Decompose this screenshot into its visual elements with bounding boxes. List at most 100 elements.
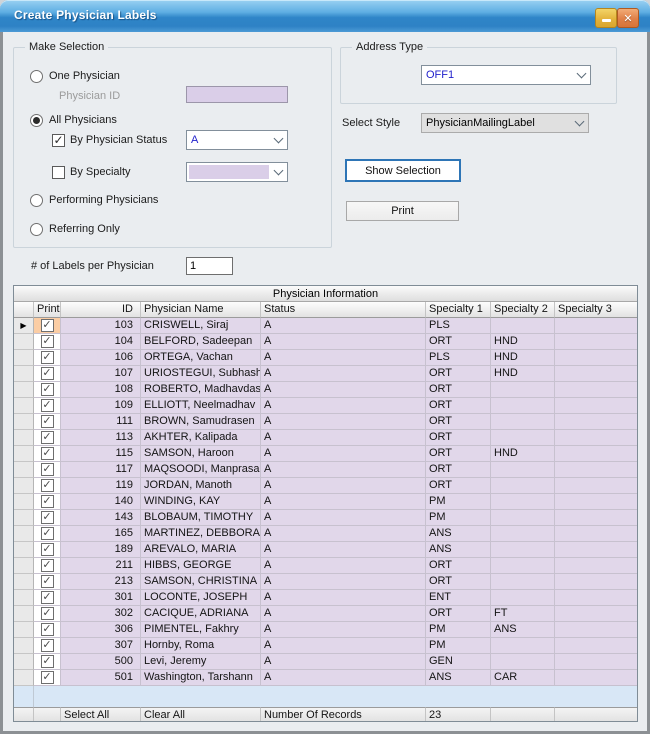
header-status[interactable]: Status: [261, 302, 426, 318]
table-row[interactable]: ✓119JORDAN, ManothAORT: [14, 478, 637, 494]
row-selector[interactable]: [14, 590, 34, 606]
row-selector[interactable]: [14, 526, 34, 542]
print-checkbox[interactable]: ✓: [41, 559, 54, 572]
physician-status-dropdown[interactable]: A: [186, 130, 288, 150]
cell-id: 119: [61, 478, 141, 494]
header-specialty-3[interactable]: Specialty 3: [555, 302, 638, 318]
row-selector[interactable]: [14, 414, 34, 430]
row-selector[interactable]: [14, 462, 34, 478]
address-type-dropdown[interactable]: OFF1: [421, 65, 591, 85]
row-selector[interactable]: [14, 654, 34, 670]
clear-all-button[interactable]: Clear All: [141, 707, 261, 722]
row-selector[interactable]: [14, 670, 34, 686]
table-row[interactable]: ✓107URIOSTEGUI, SubhashAORTHND: [14, 366, 637, 382]
print-checkbox[interactable]: ✓: [41, 511, 54, 524]
number-of-records-label: Number Of Records: [261, 707, 426, 722]
by-specialty-checkbox[interactable]: [52, 166, 65, 179]
row-selector[interactable]: [14, 638, 34, 654]
row-selector[interactable]: [14, 574, 34, 590]
header-specialty-2[interactable]: Specialty 2: [491, 302, 555, 318]
performing-physicians-radio[interactable]: [30, 194, 43, 207]
print-checkbox[interactable]: ✓: [41, 655, 54, 668]
row-selector[interactable]: [14, 398, 34, 414]
table-row[interactable]: ✓104BELFORD, SadeepanAORTHND: [14, 334, 637, 350]
print-checkbox[interactable]: ✓: [41, 591, 54, 604]
table-row[interactable]: ✓302CACIQUE, ADRIANAAORTFT: [14, 606, 637, 622]
print-button[interactable]: Print: [346, 201, 459, 221]
print-checkbox[interactable]: ✓: [41, 335, 54, 348]
row-selector[interactable]: [14, 478, 34, 494]
row-selector[interactable]: [14, 366, 34, 382]
physician-id-field[interactable]: [186, 86, 288, 103]
select-style-dropdown[interactable]: PhysicianMailingLabel: [421, 113, 589, 133]
table-row[interactable]: ✓211HIBBS, GEORGEAORT: [14, 558, 637, 574]
select-all-button[interactable]: Select All: [61, 707, 141, 722]
header-print[interactable]: Print: [34, 302, 61, 318]
print-checkbox[interactable]: ✓: [41, 575, 54, 588]
table-row[interactable]: ✓115SAMSON, HaroonAORTHND: [14, 446, 637, 462]
show-selection-button[interactable]: Show Selection: [345, 159, 461, 182]
table-row[interactable]: ✓113AKHTER, KalipadaAORT: [14, 430, 637, 446]
one-physician-radio[interactable]: [30, 70, 43, 83]
table-row[interactable]: ✓306PIMENTEL, FakhryAPMANS: [14, 622, 637, 638]
row-selector[interactable]: ▶: [14, 318, 34, 334]
table-row[interactable]: ✓143BLOBAUM, TIMOTHYAPM: [14, 510, 637, 526]
row-selector[interactable]: [14, 510, 34, 526]
row-selector[interactable]: [14, 542, 34, 558]
print-checkbox[interactable]: ✓: [41, 319, 54, 332]
table-row[interactable]: ✓109ELLIOTT, NeelmadhavAORT: [14, 398, 637, 414]
print-checkbox[interactable]: ✓: [41, 447, 54, 460]
print-checkbox[interactable]: ✓: [41, 367, 54, 380]
minimize-button[interactable]: [595, 8, 617, 28]
labels-per-physician-field[interactable]: [186, 257, 233, 275]
table-row[interactable]: ✓111BROWN, SamudrasenAORT: [14, 414, 637, 430]
print-checkbox[interactable]: ✓: [41, 351, 54, 364]
table-row[interactable]: ✓140WINDING, KAYAPM: [14, 494, 637, 510]
header-specialty-1[interactable]: Specialty 1: [426, 302, 491, 318]
specialty-dropdown[interactable]: [186, 162, 288, 182]
row-selector[interactable]: [14, 430, 34, 446]
table-row[interactable]: ✓301LOCONTE, JOSEPHAENT: [14, 590, 637, 606]
print-checkbox[interactable]: ✓: [41, 639, 54, 652]
print-checkbox[interactable]: ✓: [41, 399, 54, 412]
row-selector[interactable]: [14, 382, 34, 398]
table-row[interactable]: ✓500Levi, JeremyAGEN: [14, 654, 637, 670]
print-checkbox[interactable]: ✓: [41, 383, 54, 396]
print-checkbox[interactable]: ✓: [41, 623, 54, 636]
print-checkbox[interactable]: ✓: [41, 495, 54, 508]
print-checkbox[interactable]: ✓: [41, 479, 54, 492]
create-physician-labels-dialog: Create Physician Labels ✕ Make Selection…: [0, 0, 650, 734]
print-checkbox[interactable]: ✓: [41, 607, 54, 620]
table-row[interactable]: ✓106ORTEGA, VachanAPLSHND: [14, 350, 637, 366]
table-row[interactable]: ▶✓103CRISWELL, SirajAPLS: [14, 318, 637, 334]
table-row[interactable]: ✓189AREVALO, MARIAAANS: [14, 542, 637, 558]
print-checkbox[interactable]: ✓: [41, 463, 54, 476]
row-selector[interactable]: [14, 494, 34, 510]
row-selector[interactable]: [14, 622, 34, 638]
table-row[interactable]: ✓213SAMSON, CHRISTINAAORT: [14, 574, 637, 590]
table-row[interactable]: ✓117MAQSOODI, ManprasadAORT: [14, 462, 637, 478]
table-row[interactable]: ✓108ROBERTO, MadhavdasAORT: [14, 382, 637, 398]
print-checkbox[interactable]: ✓: [41, 415, 54, 428]
print-checkbox[interactable]: ✓: [41, 527, 54, 540]
one-physician-label: One Physician: [49, 70, 120, 82]
referring-only-radio[interactable]: [30, 223, 43, 236]
print-cell: ✓: [34, 638, 61, 654]
table-row[interactable]: ✓165MARTINEZ, DEBBORAHAANS: [14, 526, 637, 542]
all-physicians-radio[interactable]: [30, 114, 43, 127]
row-selector[interactable]: [14, 606, 34, 622]
header-physician-name[interactable]: Physician Name: [141, 302, 261, 318]
row-selector[interactable]: [14, 558, 34, 574]
cell-status: A: [261, 398, 426, 414]
row-selector[interactable]: [14, 446, 34, 462]
print-checkbox[interactable]: ✓: [41, 431, 54, 444]
table-row[interactable]: ✓307Hornby, RomaAPM: [14, 638, 637, 654]
by-physician-status-checkbox[interactable]: ✓: [52, 134, 65, 147]
close-button[interactable]: ✕: [617, 8, 639, 28]
row-selector[interactable]: [14, 350, 34, 366]
header-id[interactable]: ID: [61, 302, 141, 318]
print-checkbox[interactable]: ✓: [41, 671, 54, 684]
print-checkbox[interactable]: ✓: [41, 543, 54, 556]
table-row[interactable]: ✓501Washington, TarshannAANSCAR: [14, 670, 637, 686]
row-selector[interactable]: [14, 334, 34, 350]
